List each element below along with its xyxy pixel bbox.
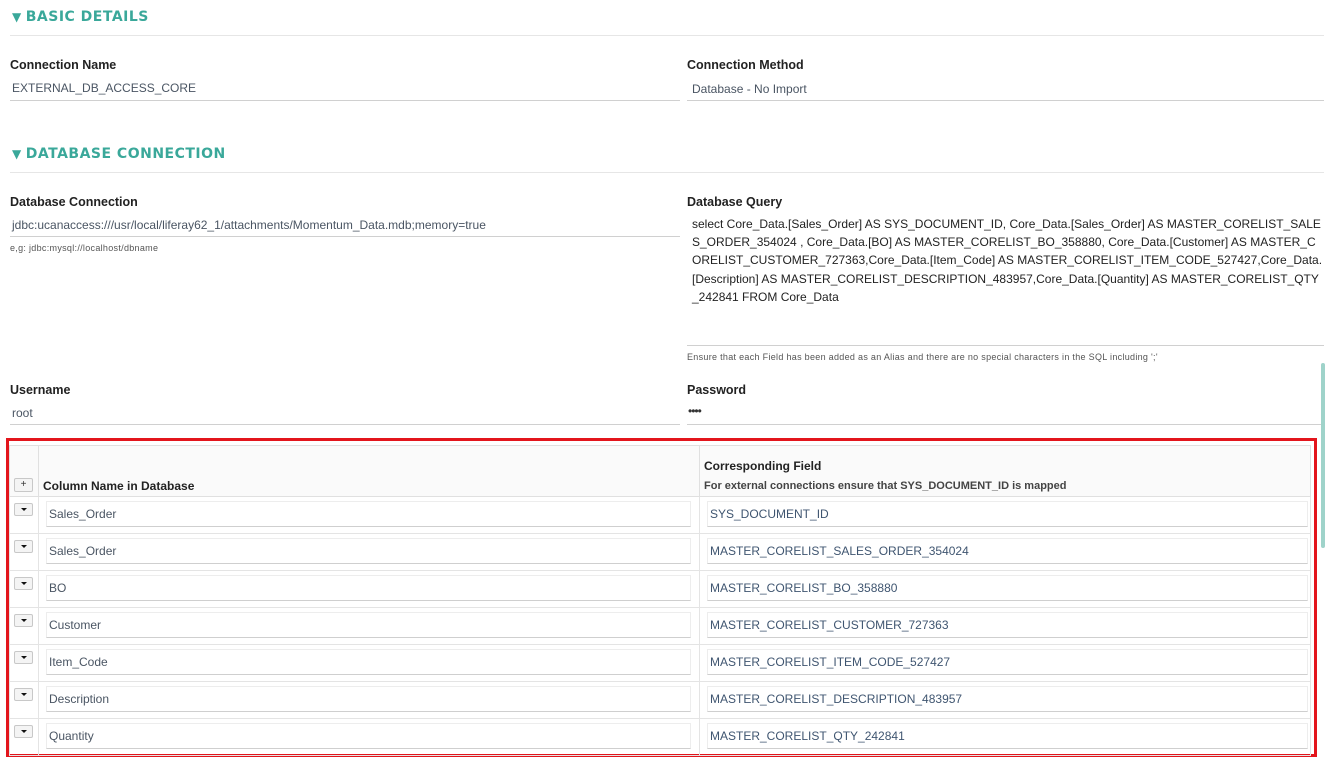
corresponding-field-subheader: For external connections ensure that SYS… bbox=[704, 480, 1067, 492]
password-input[interactable]: •••• bbox=[688, 404, 702, 418]
row-divider bbox=[38, 682, 39, 718]
corresponding-field-input[interactable]: MASTER_CORELIST_DESCRIPTION_483957 bbox=[707, 686, 1308, 712]
scrollbar-thumb[interactable] bbox=[1321, 363, 1325, 548]
table-row: Item_Code MASTER_CORELIST_ITEM_CODE_5274… bbox=[9, 645, 1311, 682]
row-menu-button[interactable] bbox=[14, 725, 33, 738]
connection-name-input[interactable]: EXTERNAL_DB_ACCESS_CORE bbox=[12, 81, 196, 95]
database-query-underline bbox=[687, 345, 1324, 346]
database-connection-underline bbox=[10, 236, 680, 237]
database-connection-input[interactable]: jdbc:ucanaccess:///usr/local/liferay62_1… bbox=[12, 218, 486, 232]
database-query-hint: Ensure that each Field has been added as… bbox=[687, 352, 1158, 362]
caret-down-icon bbox=[21, 508, 27, 511]
database-query-textarea[interactable]: select Core_Data.[Sales_Order] AS SYS_DO… bbox=[692, 215, 1324, 306]
row-divider bbox=[699, 571, 700, 607]
add-row-button[interactable]: + bbox=[14, 478, 33, 492]
password-label: Password bbox=[687, 383, 747, 397]
table-row: BO MASTER_CORELIST_BO_358880 bbox=[9, 571, 1311, 608]
column-name-input[interactable]: Sales_Order bbox=[46, 501, 691, 527]
column-name-input[interactable]: Sales_Order bbox=[46, 538, 691, 564]
corresponding-field-input[interactable]: MASTER_CORELIST_ITEM_CODE_527427 bbox=[707, 649, 1308, 675]
row-menu-button[interactable] bbox=[14, 651, 33, 664]
caret-down-icon bbox=[21, 656, 27, 659]
caret-down-icon bbox=[21, 693, 27, 696]
table-row: Description MASTER_CORELIST_DESCRIPTION_… bbox=[9, 682, 1311, 719]
username-input[interactable]: root bbox=[12, 406, 33, 420]
corresponding-field-input[interactable]: SYS_DOCUMENT_ID bbox=[707, 501, 1308, 527]
caret-down-icon bbox=[21, 545, 27, 548]
corresponding-field-header: Corresponding Field bbox=[704, 459, 822, 473]
table-row: Sales_Order SYS_DOCUMENT_ID bbox=[9, 497, 1311, 534]
row-divider bbox=[38, 645, 39, 681]
connection-name-label: Connection Name bbox=[10, 58, 117, 72]
row-menu-button[interactable] bbox=[14, 614, 33, 627]
column-name-input[interactable]: Customer bbox=[46, 612, 691, 638]
row-divider bbox=[699, 534, 700, 570]
corresponding-field-input[interactable]: MASTER_CORELIST_QTY_242841 bbox=[707, 723, 1308, 749]
row-menu-button[interactable] bbox=[14, 503, 33, 516]
database-query-label: Database Query bbox=[687, 195, 783, 209]
header-divider bbox=[38, 446, 39, 498]
row-divider bbox=[699, 497, 700, 533]
row-divider bbox=[699, 608, 700, 644]
corresponding-field-input[interactable]: MASTER_CORELIST_CUSTOMER_727363 bbox=[707, 612, 1308, 638]
column-name-header: Column Name in Database bbox=[43, 479, 195, 493]
table-row: Quantity MASTER_CORELIST_QTY_242841 bbox=[9, 719, 1311, 756]
connection-method-select[interactable]: Database - No Import bbox=[692, 82, 807, 96]
password-underline bbox=[687, 424, 1324, 425]
row-divider bbox=[699, 682, 700, 718]
row-divider bbox=[699, 719, 700, 755]
row-menu-button[interactable] bbox=[14, 577, 33, 590]
corresponding-field-input[interactable]: MASTER_CORELIST_SALES_ORDER_354024 bbox=[707, 538, 1308, 564]
column-name-input[interactable]: Description bbox=[46, 686, 691, 712]
column-name-input[interactable]: BO bbox=[46, 575, 691, 601]
row-menu-button[interactable] bbox=[14, 540, 33, 553]
table-row: Customer MASTER_CORELIST_CUSTOMER_727363 bbox=[9, 608, 1311, 645]
section-title-basic-details: BASIC DETAILS bbox=[25, 9, 149, 25]
section-title-database-connection: DATABASE CONNECTION bbox=[25, 146, 226, 162]
database-connection-label: Database Connection bbox=[10, 195, 138, 209]
username-label: Username bbox=[10, 383, 71, 397]
header-divider bbox=[699, 446, 700, 498]
row-divider bbox=[38, 571, 39, 607]
connection-method-label: Connection Method bbox=[687, 58, 804, 72]
corresponding-field-input[interactable]: MASTER_CORELIST_BO_358880 bbox=[707, 575, 1308, 601]
section-divider bbox=[10, 35, 1324, 36]
caret-down-icon bbox=[21, 730, 27, 733]
caret-down-icon bbox=[21, 619, 27, 622]
row-divider bbox=[699, 645, 700, 681]
row-divider bbox=[38, 608, 39, 644]
section-toggle-database-connection[interactable]: ▼ DATABASE CONNECTION bbox=[12, 146, 226, 162]
row-divider bbox=[38, 534, 39, 570]
username-underline bbox=[10, 424, 680, 425]
caret-down-icon bbox=[21, 582, 27, 585]
row-divider bbox=[38, 719, 39, 755]
triangle-down-icon: ▼ bbox=[12, 147, 22, 161]
triangle-down-icon: ▼ bbox=[12, 10, 22, 24]
row-divider bbox=[38, 497, 39, 533]
section-divider bbox=[10, 172, 1324, 173]
database-connection-hint: e,g: jdbc:mysql://localhost/dbname bbox=[10, 243, 159, 253]
table-header: + Column Name in Database Corresponding … bbox=[9, 445, 1311, 498]
connection-method-underline bbox=[687, 100, 1324, 101]
section-toggle-basic-details[interactable]: ▼ BASIC DETAILS bbox=[12, 9, 149, 25]
row-menu-button[interactable] bbox=[14, 688, 33, 701]
column-name-input[interactable]: Item_Code bbox=[46, 649, 691, 675]
table-row: Sales_Order MASTER_CORELIST_SALES_ORDER_… bbox=[9, 534, 1311, 571]
column-name-input[interactable]: Quantity bbox=[46, 723, 691, 749]
connection-name-underline bbox=[10, 100, 680, 101]
